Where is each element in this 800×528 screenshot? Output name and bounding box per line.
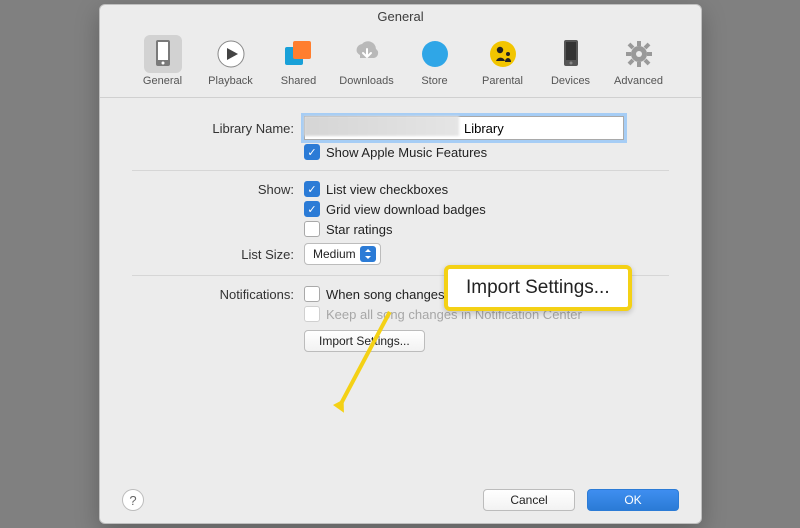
checkbox-icon (304, 286, 320, 302)
window-title: General (100, 5, 701, 31)
tab-label: Parental (482, 75, 523, 87)
library-name-label: Library Name: (132, 121, 304, 136)
preferences-window: General General Playback Shared Download… (99, 4, 702, 524)
tab-label: Shared (281, 75, 316, 87)
tab-label: Store (421, 75, 447, 87)
checkbox-label: Keep all song changes in Notification Ce… (326, 307, 582, 322)
checkbox-label: Show Apple Music Features (326, 145, 487, 160)
preferences-body: Library Name: Show Apple Music Features … (100, 98, 701, 352)
help-button[interactable]: ? (122, 489, 144, 511)
general-icon (144, 35, 182, 73)
import-settings-button[interactable]: Import Settings... (304, 330, 425, 352)
checkbox-icon (304, 221, 320, 237)
tab-general[interactable]: General (134, 35, 192, 87)
divider (132, 170, 669, 171)
tab-playback[interactable]: Playback (202, 35, 260, 87)
list-view-checkboxes-checkbox[interactable]: List view checkboxes (304, 181, 669, 197)
checkbox-icon (304, 201, 320, 217)
checkbox-label: Grid view download badges (326, 202, 486, 217)
checkbox-icon (304, 144, 320, 160)
tab-label: Devices (551, 75, 590, 87)
shared-icon (280, 35, 318, 73)
checkbox-label: List view checkboxes (326, 182, 448, 197)
tab-label: General (143, 75, 182, 87)
tab-label: Advanced (614, 75, 663, 87)
parental-icon (484, 35, 522, 73)
show-label: Show: (132, 182, 304, 197)
tab-advanced[interactable]: Advanced (610, 35, 668, 87)
tab-shared[interactable]: Shared (270, 35, 328, 87)
tab-downloads[interactable]: Downloads (338, 35, 396, 87)
checkbox-label: When song changes (326, 287, 445, 302)
divider (132, 275, 669, 276)
star-ratings-checkbox[interactable]: Star ratings (304, 221, 669, 237)
select-value: Medium (313, 247, 356, 261)
list-size-label: List Size: (132, 247, 304, 262)
store-icon (416, 35, 454, 73)
dialog-footer: ? Cancel OK (100, 489, 701, 511)
checkbox-label: Star ratings (326, 222, 392, 237)
advanced-icon (620, 35, 658, 73)
preferences-toolbar: General Playback Shared Downloads Store (100, 31, 701, 98)
tab-store[interactable]: Store (406, 35, 464, 87)
keep-in-notification-center-checkbox: Keep all song changes in Notification Ce… (304, 306, 669, 322)
ok-button[interactable]: OK (587, 489, 679, 511)
downloads-icon (348, 35, 386, 73)
tab-label: Downloads (339, 75, 393, 87)
tab-devices[interactable]: Devices (542, 35, 600, 87)
grid-download-badges-checkbox[interactable]: Grid view download badges (304, 201, 669, 217)
tab-parental[interactable]: Parental (474, 35, 532, 87)
tab-label: Playback (208, 75, 253, 87)
cancel-button[interactable]: Cancel (483, 489, 575, 511)
notifications-label: Notifications: (132, 287, 304, 302)
devices-icon (552, 35, 590, 73)
show-apple-music-checkbox[interactable]: Show Apple Music Features (304, 144, 669, 160)
checkbox-icon (304, 306, 320, 322)
when-song-changes-checkbox[interactable]: When song changes (304, 286, 669, 302)
redacted-overlay (304, 116, 459, 136)
checkbox-icon (304, 181, 320, 197)
chevron-updown-icon (360, 246, 376, 262)
playback-icon (212, 35, 250, 73)
list-size-select[interactable]: Medium (304, 243, 381, 265)
